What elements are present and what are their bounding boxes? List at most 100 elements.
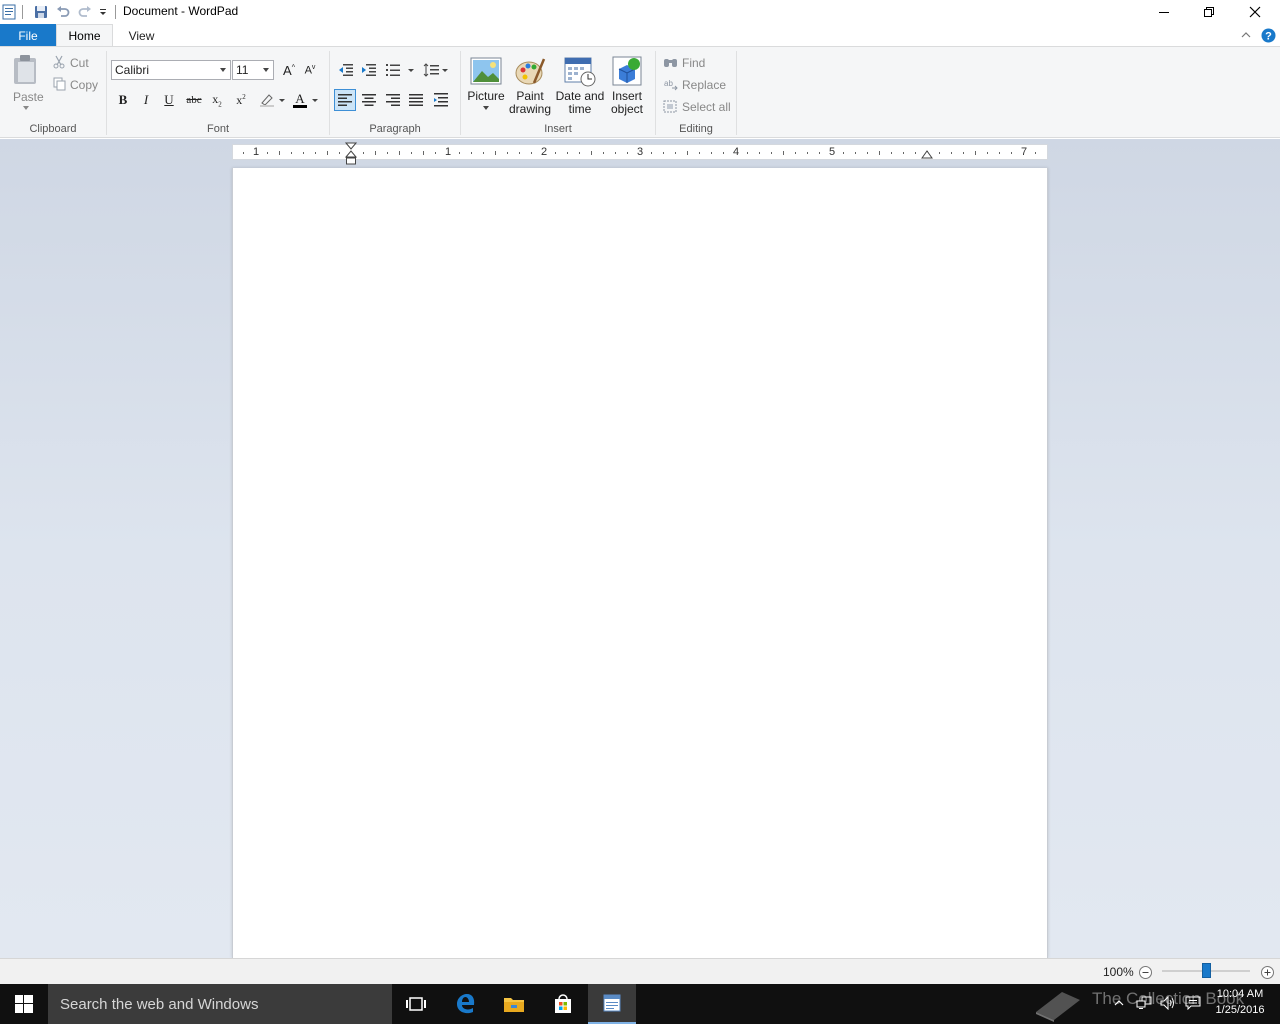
binoculars-icon[interactable] — [662, 55, 678, 69]
date-time-label-line1: Date and — [555, 89, 605, 103]
strikethrough-icon[interactable]: abc — [184, 91, 204, 109]
clipboard-group-label: Clipboard — [29, 123, 77, 135]
decrease-indent-icon[interactable] — [337, 62, 355, 78]
insert-object-label-line2: object — [610, 102, 644, 116]
text-color-icon[interactable]: A — [290, 91, 320, 109]
chevron-down-icon — [220, 68, 226, 72]
font-family-value: Calibri — [115, 63, 150, 77]
align-left-icon[interactable] — [334, 89, 356, 111]
ruler-number: 3 — [637, 146, 644, 158]
ribbon-tab-row: File Home View ? — [0, 24, 1280, 47]
editing-group-label: Editing — [679, 123, 713, 135]
line-spacing-icon[interactable] — [422, 62, 450, 78]
ruler-number: 4 — [733, 146, 740, 158]
paint-drawing-icon[interactable] — [513, 54, 547, 88]
wordpad-app-icon[interactable] — [0, 3, 18, 21]
insert-object-icon[interactable] — [610, 54, 644, 88]
ribbon: Paste Cut Copy Clipboard Calibri 11 A^ A… — [0, 46, 1280, 138]
picture-label[interactable]: Picture — [463, 90, 509, 103]
paragraph-settings-icon[interactable] — [432, 91, 450, 109]
insert-object-label-line1: Insert — [611, 89, 642, 103]
tab-view[interactable]: View — [113, 24, 170, 47]
svg-text:?: ? — [1265, 30, 1272, 42]
align-right-icon[interactable] — [384, 91, 402, 109]
copy-label[interactable]: Copy — [70, 78, 98, 92]
paste-icon[interactable] — [10, 53, 42, 87]
grow-font-icon[interactable]: A^ — [281, 62, 297, 78]
network-icon[interactable] — [1135, 995, 1153, 1011]
close-button[interactable] — [1232, 0, 1278, 24]
undo-icon[interactable] — [54, 3, 72, 21]
align-center-icon[interactable] — [360, 91, 378, 109]
font-family-combo[interactable]: Calibri — [111, 60, 231, 80]
indent-marker-icon[interactable] — [345, 142, 357, 166]
bullet-list-icon[interactable] — [384, 62, 416, 78]
find-label[interactable]: Find — [682, 56, 705, 70]
paint-drawing-label-line1: Paint — [516, 89, 544, 103]
select-all-icon[interactable] — [662, 99, 678, 113]
bold-icon[interactable]: B — [114, 91, 132, 109]
taskbar: Search the web and Windows The Collectio… — [0, 984, 1280, 1024]
action-center-icon[interactable] — [1184, 995, 1202, 1011]
date-time-label[interactable]: Date and time — [553, 90, 607, 116]
replace-label[interactable]: Replace — [682, 78, 726, 92]
customize-quick-access-icon[interactable] — [94, 3, 112, 21]
picture-icon[interactable] — [469, 55, 503, 87]
cut-label[interactable]: Cut — [70, 56, 89, 70]
insert-object-label[interactable]: Insert object — [604, 90, 650, 116]
help-icon[interactable]: ? — [1260, 27, 1276, 43]
taskbar-search-input[interactable]: Search the web and Windows — [48, 984, 392, 1024]
status-bar: 100% — [0, 958, 1280, 984]
increase-indent-icon[interactable] — [360, 62, 378, 78]
store-icon[interactable] — [539, 984, 587, 1024]
taskbar-wordpad-icon[interactable] — [588, 984, 636, 1024]
volume-icon[interactable] — [1159, 995, 1177, 1011]
save-icon[interactable] — [32, 3, 50, 21]
file-explorer-icon[interactable] — [490, 984, 538, 1024]
paint-drawing-label[interactable]: Paint drawing — [505, 90, 555, 116]
picture-dropdown-icon[interactable] — [481, 105, 491, 111]
replace-icon[interactable]: ab — [662, 77, 678, 91]
paste-label[interactable]: Paste — [13, 90, 44, 104]
zoom-level: 100% — [1103, 965, 1134, 979]
font-size-value: 11 — [236, 63, 249, 77]
font-size-combo[interactable]: 11 — [232, 60, 274, 80]
shrink-font-icon[interactable]: Av — [302, 62, 318, 78]
font-group-label: Font — [206, 123, 229, 135]
title-bar: Document - WordPad — [0, 0, 1280, 24]
zoom-out-icon[interactable] — [1138, 965, 1152, 979]
tab-home[interactable]: Home — [56, 24, 113, 47]
clock-time[interactable]: 10:04 AM — [1214, 988, 1266, 1000]
superscript-icon[interactable]: x2 — [232, 91, 250, 109]
document-page[interactable] — [232, 168, 1048, 958]
subscript-icon[interactable]: x2 — [208, 91, 226, 109]
zoom-in-icon[interactable] — [1260, 965, 1274, 979]
right-indent-marker-icon[interactable] — [921, 148, 933, 160]
ruler-number: 7 — [1021, 146, 1028, 158]
windows-start-icon[interactable] — [0, 984, 48, 1024]
underline-icon[interactable]: U — [160, 91, 178, 109]
paragraph-group-label: Paragraph — [369, 123, 421, 135]
restore-button[interactable] — [1186, 0, 1232, 24]
highlight-color-icon[interactable] — [257, 91, 287, 109]
minimize-button[interactable] — [1141, 0, 1187, 24]
task-view-icon[interactable] — [392, 984, 440, 1024]
scissors-icon[interactable] — [52, 55, 66, 69]
minimize-ribbon-icon[interactable] — [1238, 28, 1254, 42]
edge-browser-icon[interactable] — [442, 984, 490, 1024]
paint-drawing-label-line2: drawing — [508, 102, 552, 116]
italic-icon[interactable]: I — [137, 91, 155, 109]
select-all-label[interactable]: Select all — [682, 100, 731, 114]
show-hidden-icons-icon[interactable] — [1112, 996, 1126, 1010]
tab-file[interactable]: File — [0, 24, 56, 47]
redo-icon[interactable] — [76, 3, 94, 21]
copy-icon[interactable] — [52, 77, 66, 91]
zoom-slider-thumb[interactable] — [1202, 963, 1211, 978]
paste-dropdown-icon[interactable] — [21, 105, 31, 111]
justify-icon[interactable] — [407, 91, 425, 109]
date-time-label-line2: time — [568, 102, 592, 116]
window-title: Document - WordPad — [123, 4, 239, 18]
clock-date[interactable]: 1/25/2016 — [1214, 1004, 1266, 1016]
svg-text:A: A — [295, 92, 305, 106]
date-time-icon[interactable] — [563, 54, 597, 88]
